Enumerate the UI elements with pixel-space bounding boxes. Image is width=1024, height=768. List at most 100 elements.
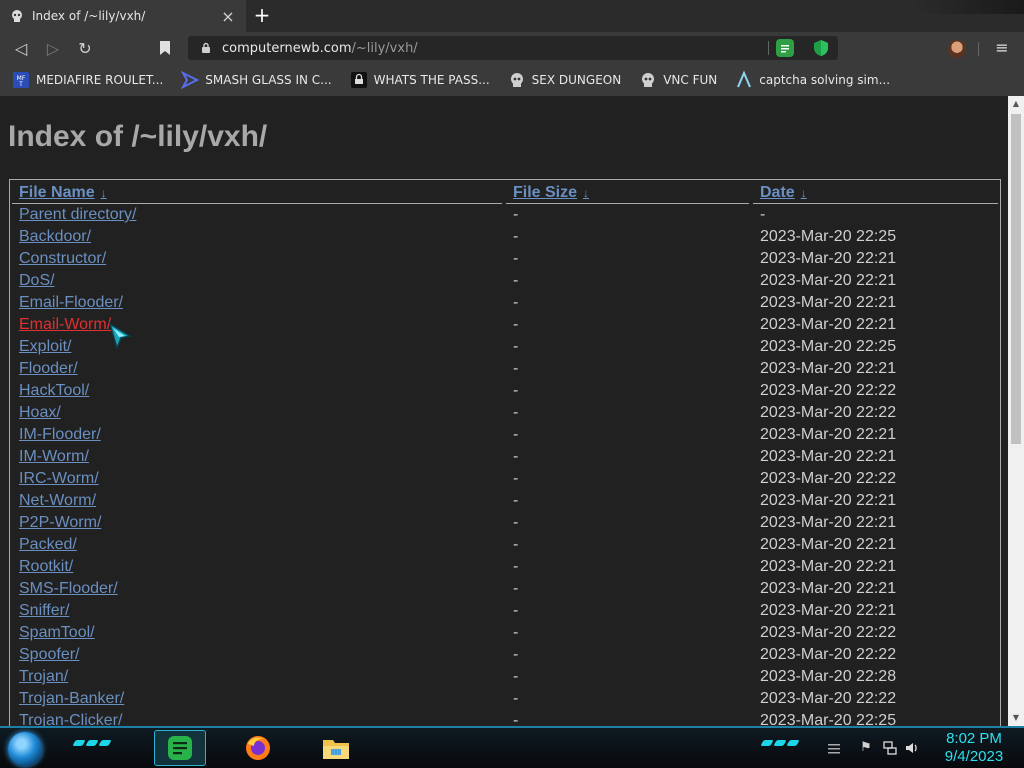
- table-row: Email-Worm/ - 2023-Mar-20 22:21: [10, 316, 1000, 338]
- file-name-link[interactable]: Flooder/: [19, 360, 78, 378]
- file-name-link[interactable]: Constructor/: [19, 250, 106, 268]
- browser-toolbar: ◁ ▷ ↻ computernewb.com/~lily/vxh/ ≡: [0, 32, 1024, 64]
- scroll-up-arrow-icon[interactable]: ▲: [1008, 96, 1024, 112]
- file-name-link[interactable]: Exploit/: [19, 338, 71, 356]
- menu-button[interactable]: ≡: [992, 38, 1012, 58]
- shield-extension-icon[interactable]: [812, 39, 830, 57]
- address-bar[interactable]: computernewb.com/~lily/vxh/: [188, 36, 838, 60]
- file-size-cell: -: [513, 382, 519, 399]
- date-cell: 2023-Mar-20 22:22: [760, 646, 897, 663]
- notes-extension-icon[interactable]: [776, 39, 794, 57]
- file-name-link[interactable]: Net-Worm/: [19, 492, 96, 510]
- sort-arrow-icon: ↓: [583, 186, 590, 200]
- taskbar-decoration: [760, 740, 800, 748]
- notes-app-icon[interactable]: [154, 730, 206, 766]
- table-row: DoS/ - 2023-Mar-20 22:21: [10, 272, 1000, 294]
- file-size-cell: -: [513, 712, 519, 726]
- file-explorer-icon[interactable]: [310, 730, 362, 766]
- back-button[interactable]: ◁: [10, 37, 32, 59]
- file-listing-table: File Name ↓ File Size ↓ Date ↓ Parent direc…: [9, 179, 1001, 726]
- file-size-cell: -: [513, 448, 519, 465]
- bookmark-item[interactable]: MF T MEDIAFIRE ROULET...: [12, 71, 163, 89]
- file-size-cell: -: [513, 316, 519, 333]
- column-header-file-name[interactable]: File Name ↓: [19, 184, 107, 202]
- network-icon[interactable]: [882, 740, 898, 756]
- file-name-link[interactable]: Backdoor/: [19, 228, 91, 246]
- scroll-down-arrow-icon[interactable]: ▼: [1008, 710, 1024, 726]
- taskbar-decoration: [72, 740, 112, 748]
- scroll-thumb[interactable]: [1011, 114, 1021, 444]
- file-name-link[interactable]: Spoofer/: [19, 646, 79, 664]
- start-orb-icon[interactable]: [8, 732, 42, 766]
- new-tab-button[interactable]: +: [252, 5, 272, 26]
- file-name-link[interactable]: Trojan-Clicker/: [19, 712, 122, 726]
- file-name-link[interactable]: Packed/: [19, 536, 77, 554]
- date-cell: 2023-Mar-20 22:25: [760, 712, 897, 726]
- file-size-cell: -: [513, 580, 519, 597]
- date-cell: 2023-Mar-20 22:21: [760, 448, 897, 465]
- forward-button[interactable]: ▷: [42, 37, 64, 59]
- file-name-link[interactable]: IRC-Worm/: [19, 470, 99, 488]
- bookmark-item[interactable]: SMASH GLASS IN C...: [181, 71, 332, 89]
- profile-avatar[interactable]: [948, 40, 966, 58]
- captcha-icon: [735, 71, 753, 89]
- bookmark-label: SEX DUNGEON: [531, 73, 622, 87]
- file-name-link[interactable]: DoS/: [19, 272, 55, 290]
- tab-close-icon[interactable]: ×: [220, 7, 236, 26]
- file-name-link[interactable]: SMS-Flooder/: [19, 580, 118, 598]
- file-size-cell: -: [513, 492, 519, 509]
- date-cell: 2023-Mar-20 22:22: [760, 690, 897, 707]
- file-name-link[interactable]: SpamTool/: [19, 624, 95, 642]
- file-name-link[interactable]: Sniffer/: [19, 602, 69, 620]
- lock-icon[interactable]: [200, 42, 212, 54]
- file-size-cell: -: [513, 536, 519, 553]
- system-clock[interactable]: 8:02 PM 9/4/2023: [932, 730, 1016, 766]
- whats-the-pass-icon: [350, 71, 368, 89]
- active-tab[interactable]: Index of /~lily/vxh/ ×: [0, 0, 246, 32]
- volume-icon[interactable]: [904, 740, 920, 756]
- vnc-icon: [639, 71, 657, 89]
- file-name-link[interactable]: Trojan-Banker/: [19, 690, 124, 708]
- file-size-cell: -: [513, 250, 519, 267]
- file-name-link[interactable]: Email-Flooder/: [19, 294, 123, 312]
- firefox-icon[interactable]: [232, 730, 284, 766]
- bookmark-label: WHATS THE PASS...: [373, 73, 490, 87]
- file-name-link[interactable]: P2P-Worm/: [19, 514, 101, 532]
- date-cell: 2023-Mar-20 22:21: [760, 492, 897, 509]
- table-row: Trojan/ - 2023-Mar-20 22:28: [10, 668, 1000, 690]
- reload-button[interactable]: ↻: [74, 37, 96, 59]
- page-scrollbar[interactable]: ▲ ▼: [1008, 96, 1024, 726]
- date-cell: 2023-Mar-20 22:21: [760, 580, 897, 597]
- bookmark-item[interactable]: WHATS THE PASS...: [350, 71, 490, 89]
- bookmark-item[interactable]: VNC FUN: [639, 71, 717, 89]
- table-row: Net-Worm/ - 2023-Mar-20 22:21: [10, 492, 1000, 514]
- file-name-link[interactable]: Hoax/: [19, 404, 61, 422]
- file-name-link[interactable]: HackTool/: [19, 382, 89, 400]
- file-name-link[interactable]: Parent directory/: [19, 206, 136, 224]
- file-name-link[interactable]: Trojan/: [19, 668, 68, 686]
- date-cell: 2023-Mar-20 22:25: [760, 338, 897, 355]
- file-size-cell: -: [513, 404, 519, 421]
- bookmark-item[interactable]: captcha solving sim...: [735, 71, 890, 89]
- action-center-flag-icon[interactable]: ⚑: [858, 740, 874, 756]
- date-cell: 2023-Mar-20 22:21: [760, 294, 897, 311]
- header-label: Date: [760, 184, 795, 201]
- file-size-cell: -: [513, 514, 519, 531]
- window-decoration: [914, 0, 1024, 14]
- file-name-link[interactable]: IM-Flooder/: [19, 426, 101, 444]
- file-name-link[interactable]: IM-Worm/: [19, 448, 89, 466]
- sort-arrow-icon: ↓: [800, 186, 807, 200]
- bookmark-this-page-icon[interactable]: [156, 38, 174, 58]
- date-cell: 2023-Mar-20 22:21: [760, 514, 897, 531]
- table-row: Hoax/ - 2023-Mar-20 22:22: [10, 404, 1000, 426]
- column-header-file-size[interactable]: File Size ↓: [513, 184, 589, 202]
- bookmark-label: MEDIAFIRE ROULET...: [36, 73, 164, 87]
- table-row: Backdoor/ - 2023-Mar-20 22:25: [10, 228, 1000, 250]
- file-size-cell: -: [513, 294, 519, 311]
- table-row: Flooder/ - 2023-Mar-20 22:21: [10, 360, 1000, 382]
- column-header-date[interactable]: Date ↓: [760, 184, 807, 202]
- file-name-link[interactable]: Rootkit/: [19, 558, 73, 576]
- show-hidden-icons[interactable]: [826, 740, 842, 756]
- file-name-link[interactable]: Email-Worm/: [19, 316, 111, 334]
- bookmark-item[interactable]: SEX DUNGEON: [508, 71, 622, 89]
